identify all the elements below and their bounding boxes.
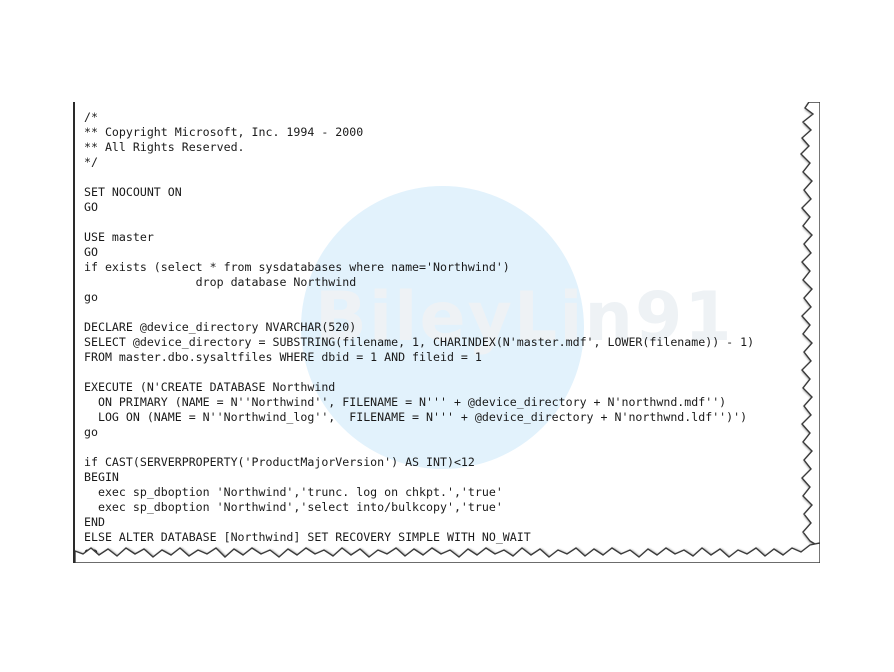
code-line: exec sp_dboption 'Northwind','trunc. log… [84, 485, 503, 499]
code-line: go [84, 545, 98, 559]
code-line: ELSE ALTER DATABASE [Northwind] SET RECO… [84, 530, 531, 544]
code-line: */ [84, 155, 98, 169]
code-line: go [84, 290, 98, 304]
code-line: SET NOCOUNT ON [84, 185, 182, 199]
code-line: ** All Rights Reserved. [84, 140, 245, 154]
code-line: GO [84, 245, 98, 259]
code-line: go [84, 425, 98, 439]
code-snippet-panel: BileyLin91 /* ** Copyright Microsoft, Inc… [73, 102, 820, 563]
code-line: FROM master.dbo.sysaltfiles WHERE dbid =… [84, 350, 482, 364]
sql-code-block: /* ** Copyright Microsoft, Inc. 1994 - 20… [84, 110, 754, 560]
code-line: ** Copyright Microsoft, Inc. 1994 - 2000 [84, 125, 364, 139]
code-line: DECLARE @device_directory NVARCHAR(520) [84, 320, 357, 334]
code-line: /* [84, 110, 98, 124]
code-line: EXECUTE (N'CREATE DATABASE Northwind [84, 380, 336, 394]
code-line: LOG ON (NAME = N''Northwind_log'', FILEN… [84, 410, 748, 424]
code-line: GO [84, 200, 98, 214]
code-line: BEGIN [84, 470, 119, 484]
code-line: ON PRIMARY (NAME = N''Northwind'', FILEN… [84, 395, 727, 409]
code-line: USE master [84, 230, 154, 244]
code-line: if CAST(SERVERPROPERTY('ProductMajorVers… [84, 455, 475, 469]
code-line: SELECT @device_directory = SUBSTRING(fil… [84, 335, 755, 349]
code-line: drop database Northwind [84, 275, 357, 289]
code-line: exec sp_dboption 'Northwind','select int… [84, 500, 503, 514]
code-line: END [84, 515, 105, 529]
code-line: if exists (select * from sysdatabases wh… [84, 260, 510, 274]
